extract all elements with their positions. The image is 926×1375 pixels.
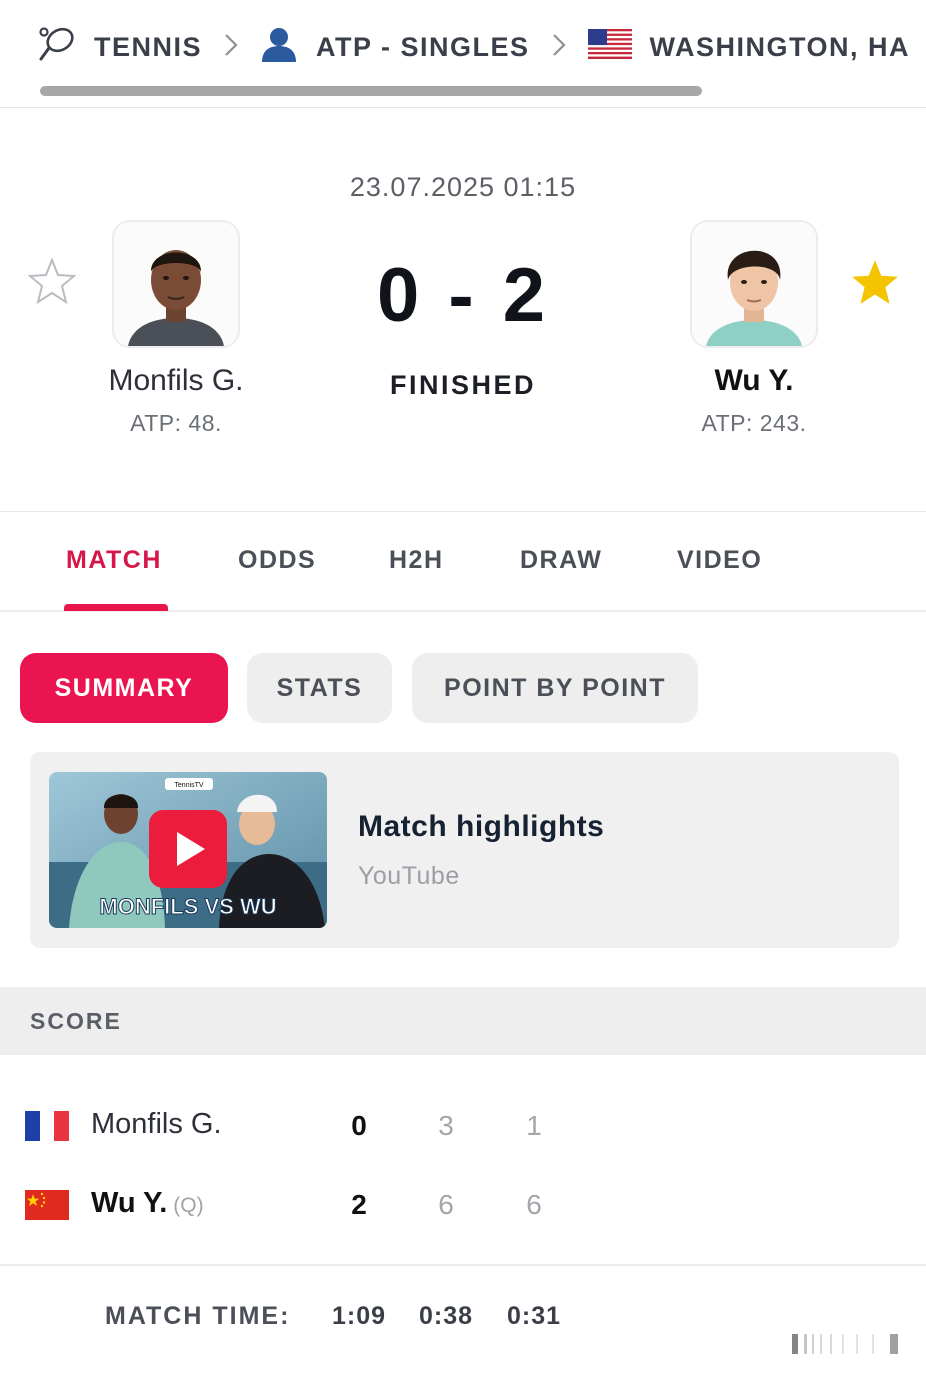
away-player-avatar[interactable]	[690, 220, 818, 348]
video-thumbnail[interactable]: TennisTV MONFILS VS WU	[49, 772, 327, 928]
chevron-right-icon	[552, 33, 566, 62]
divider	[0, 1264, 926, 1266]
away-player-name[interactable]: Wu Y.	[624, 364, 884, 398]
player-person-icon	[260, 26, 298, 69]
match-tabs: MATCH ODDS H2H DRAW VIDEO	[0, 512, 926, 612]
subtab-stats[interactable]: STATS	[247, 653, 392, 723]
video-highlights-card[interactable]: TennisTV MONFILS VS WU Match highlights …	[30, 752, 899, 948]
thumb-badge: TennisTV	[174, 782, 204, 789]
sets-won: 2	[351, 1189, 367, 1220]
breadcrumb-tournament[interactable]: WASHINGTON, HA	[587, 29, 911, 66]
horizontal-scrollbar[interactable]	[40, 86, 702, 96]
corner-watermark	[786, 1330, 906, 1358]
video-source: YouTube	[358, 862, 460, 890]
breadcrumb-category-label: ATP - SINGLES	[316, 32, 530, 62]
score-row-player-name[interactable]: Monfils G.	[91, 1108, 222, 1141]
match-time-set1: 0:38	[418, 1302, 474, 1330]
away-player-rank: ATP: 243.	[701, 410, 807, 436]
subtab-point-by-point[interactable]: POINT BY POINT	[412, 653, 698, 723]
subtab-summary[interactable]: SUMMARY	[20, 653, 228, 723]
video-title[interactable]: Match highlights	[358, 810, 604, 844]
star-filled-icon[interactable]	[850, 258, 900, 311]
breadcrumb-sport-label: TENNIS	[94, 32, 203, 62]
match-time-set2: 0:31	[506, 1302, 562, 1330]
score-row-player-name[interactable]: Wu Y. (Q)	[91, 1187, 204, 1220]
tennis-racket-icon	[38, 26, 76, 69]
china-flag-icon	[25, 1190, 69, 1220]
tab-video[interactable]: VIDEO	[677, 546, 762, 575]
usa-flag-icon	[587, 29, 632, 66]
breadcrumb-tournament-label: WASHINGTON, HA	[649, 32, 911, 62]
tab-match[interactable]: MATCH	[66, 546, 162, 575]
set1-games: 6	[438, 1189, 454, 1220]
tab-odds[interactable]: ODDS	[238, 546, 316, 575]
player-name-text: Monfils G.	[91, 1108, 222, 1140]
qualifier-badge: (Q)	[173, 1194, 204, 1217]
match-datetime: 23.07.2025 01:15	[349, 172, 577, 202]
set2-games: 1	[526, 1110, 542, 1141]
score-section-header: SCORE	[0, 987, 926, 1055]
match-time-total: 1:09	[331, 1302, 387, 1330]
active-tab-indicator	[64, 604, 168, 611]
player-name-text: Wu Y.	[91, 1187, 168, 1219]
thumb-caption: MONFILS VS WU	[99, 894, 276, 919]
sets-won: 0	[351, 1110, 367, 1141]
match-time-label: MATCH TIME:	[105, 1302, 291, 1330]
score-section-title: SCORE	[30, 1008, 122, 1034]
breadcrumb: TENNIS ATP - SINGLES WASHINGTON, HA	[0, 0, 926, 108]
match-header: 23.07.2025 01:15 Monfils G. ATP: 48. 0 -…	[0, 108, 926, 512]
home-player-rank: ATP: 48.	[130, 410, 222, 436]
breadcrumb-sport[interactable]: TENNIS	[38, 26, 202, 69]
breadcrumb-category[interactable]: ATP - SINGLES	[260, 26, 530, 69]
chevron-right-icon	[224, 33, 238, 62]
set1-games: 3	[438, 1110, 454, 1141]
france-flag-icon	[25, 1111, 69, 1141]
set2-games: 6	[526, 1189, 542, 1220]
tab-draw[interactable]: DRAW	[520, 546, 602, 575]
tab-h2h[interactable]: H2H	[389, 546, 444, 575]
